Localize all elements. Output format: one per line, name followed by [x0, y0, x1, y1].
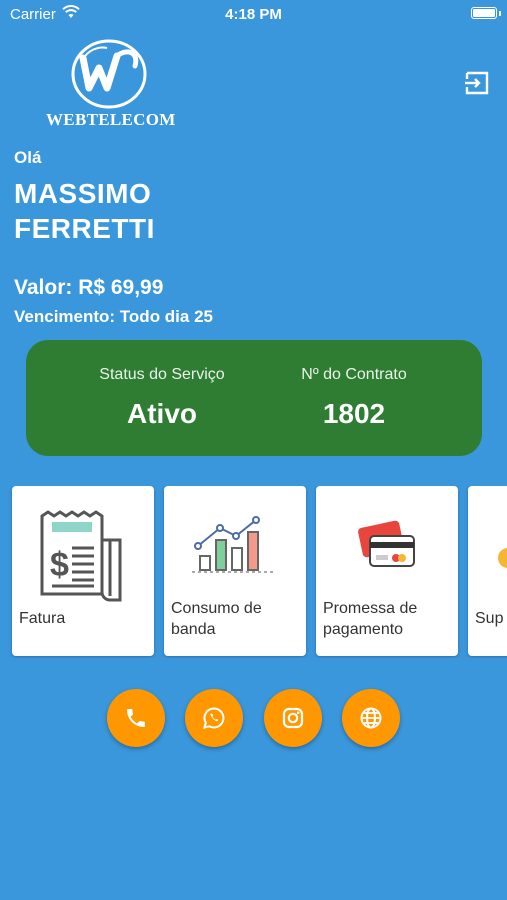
support-icon: [498, 548, 507, 568]
greeting: Olá: [14, 148, 42, 167]
service-status-card: Status do Serviço Ativo Nº do Contrato 1…: [26, 340, 482, 456]
menu-card-label: Fatura: [19, 610, 66, 627]
whatsapp-button[interactable]: [185, 689, 243, 747]
menu-carousel[interactable]: $ Fatura Consumo de banda Promessa de pa…: [0, 486, 507, 658]
battery-icon: [471, 7, 497, 19]
whatsapp-icon: [203, 707, 225, 729]
logout-button[interactable]: [464, 70, 490, 96]
logo-emblem: [71, 39, 147, 109]
menu-card-label-line2: pagamento: [323, 621, 404, 638]
customer-last-name: FERRETTI: [14, 213, 155, 244]
credit-card-icon: [358, 520, 415, 567]
due-date: Vencimento: Todo dia 25: [14, 307, 213, 326]
brand-logo: WEBTELECOM: [46, 38, 176, 132]
service-status-value: Ativo: [127, 398, 197, 429]
menu-card-suporte[interactable]: Sup: [468, 486, 507, 656]
website-button[interactable]: [342, 689, 400, 747]
phone-button[interactable]: [107, 689, 165, 747]
menu-card-label: Sup: [475, 610, 504, 627]
menu-card-label-line1: Consumo de: [171, 600, 262, 617]
clock: 4:18 PM: [225, 6, 282, 23]
service-status-label: Status do Serviço: [99, 366, 225, 383]
plan-price: Valor: R$ 69,99: [14, 276, 164, 299]
exit-icon: [465, 71, 489, 95]
menu-card-label-line2: banda: [171, 621, 216, 638]
status-bar: Carrier 4:18 PM: [0, 0, 507, 30]
invoice-icon: $: [40, 510, 122, 602]
customer-name: MASSIMO FERRETTI: [14, 176, 314, 246]
phone-icon: [127, 709, 145, 727]
menu-card-promessa-pagamento[interactable]: Promessa de pagamento: [316, 486, 458, 656]
instagram-button[interactable]: [264, 689, 322, 747]
menu-card-consumo-banda[interactable]: Consumo de banda: [164, 486, 306, 656]
battery-cap: [499, 11, 501, 16]
customer-first-name: MASSIMO: [14, 178, 152, 209]
instagram-icon: [282, 707, 304, 729]
bandwidth-chart-icon: [192, 516, 274, 573]
logo-wordmark: WEBTELECOM: [46, 110, 176, 129]
menu-card-fatura[interactable]: $ Fatura: [12, 486, 154, 656]
contract-number-label: Nº do Contrato: [301, 366, 407, 383]
globe-icon: [360, 707, 382, 729]
menu-card-label-line1: Promessa de: [323, 600, 418, 617]
svg-text:$: $: [50, 546, 69, 584]
contract-number-value: 1802: [322, 398, 386, 429]
